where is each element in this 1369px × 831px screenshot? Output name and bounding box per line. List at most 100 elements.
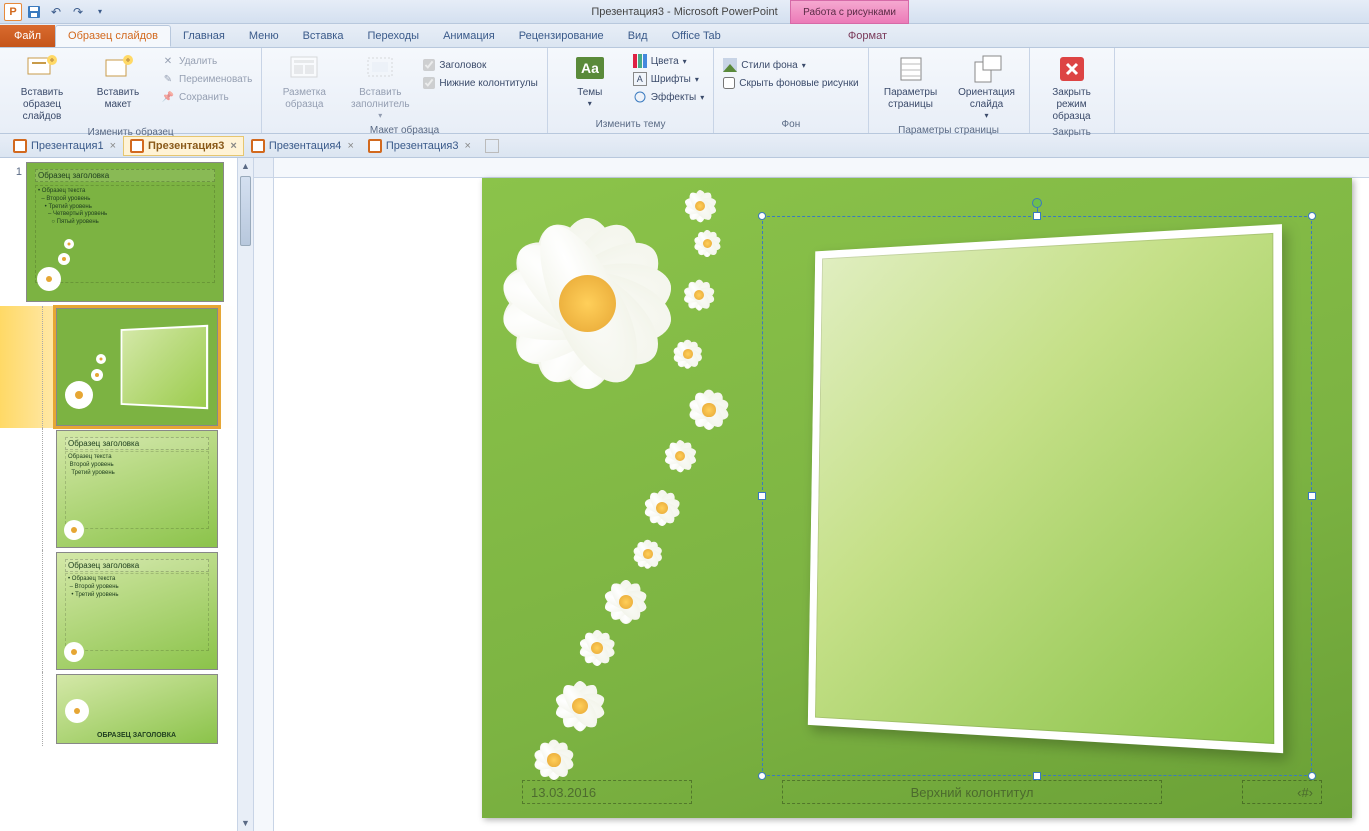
group-page-setup-label: Параметры страницы — [875, 123, 1023, 139]
daisy-flower-icon — [532, 738, 576, 782]
selected-object[interactable] — [762, 216, 1312, 776]
layout-thumbnail-row[interactable] — [0, 306, 237, 428]
close-tab-icon[interactable]: × — [110, 140, 116, 152]
thumbnail-pane: 1 Образец заголовка • Образец текста – В… — [0, 158, 254, 831]
tab-menu[interactable]: Меню — [237, 25, 291, 47]
daisy-decoration-icon — [29, 229, 79, 299]
master-thumbnail[interactable]: Образец заголовка • Образец текста – Вто… — [26, 162, 224, 302]
tab-file[interactable]: Файл — [0, 25, 55, 47]
master-index: 1 — [8, 162, 22, 178]
resize-handle-n[interactable] — [1033, 212, 1041, 220]
close-tab-icon[interactable]: × — [347, 140, 353, 152]
group-close: Закрыть режим образца Закрыть — [1030, 48, 1115, 133]
daisy-flower-icon — [552, 678, 608, 734]
resize-handle-se[interactable] — [1308, 772, 1316, 780]
save-icon[interactable] — [24, 3, 44, 21]
group-edit-theme-label: Изменить тему — [554, 117, 707, 133]
effects-button[interactable]: Эффекты ▾ — [630, 89, 707, 105]
bg-styles-icon — [723, 58, 737, 72]
new-tab-icon — [485, 139, 499, 153]
ribbon-tabs: Файл Образец слайдов Главная Меню Вставк… — [0, 24, 1369, 48]
daisy-decoration-icon — [59, 597, 109, 667]
redo-icon[interactable]: ↷ — [68, 3, 88, 21]
layout-thumbnail[interactable] — [56, 308, 218, 426]
presentation-icon — [368, 139, 382, 153]
qat-customize-icon[interactable]: ▾ — [90, 3, 110, 21]
page-setup-icon — [895, 53, 927, 85]
fonts-button[interactable]: AШрифты ▾ — [630, 71, 707, 87]
footer-placeholder[interactable]: Верхний колонтитул — [782, 780, 1162, 804]
tab-view[interactable]: Вид — [616, 25, 660, 47]
master-layout-label: Разметка образца — [270, 87, 338, 111]
quick-access-toolbar: P ↶ ↷ ▾ — [0, 3, 110, 21]
tab-insert[interactable]: Вставка — [291, 25, 356, 47]
insert-slide-master-button[interactable]: Вставить образец слайдов — [6, 51, 78, 125]
picture-frame — [808, 224, 1283, 753]
resize-handle-s[interactable] — [1033, 772, 1041, 780]
layout-thumbnail-row[interactable]: ОБРАЗЕЦ ЗАГОЛОВКА — [0, 672, 237, 746]
daisy-flower-icon — [687, 388, 731, 432]
resize-handle-w[interactable] — [758, 492, 766, 500]
colors-button[interactable]: Цвета ▾ — [630, 53, 707, 69]
layout-thumbnail-row[interactable]: Образец заголовка • Образец текста – Вто… — [0, 550, 237, 672]
resize-handle-e[interactable] — [1308, 492, 1316, 500]
footers-checkbox[interactable]: Нижние колонтитулы — [420, 75, 540, 91]
rotation-handle[interactable] — [1032, 198, 1042, 208]
doc-tab[interactable]: Презентация4× — [244, 136, 361, 156]
tab-review[interactable]: Рецензирование — [507, 25, 616, 47]
presentation-icon — [130, 139, 144, 153]
scroll-down-icon[interactable]: ▼ — [238, 815, 253, 831]
main-area: 1 Образец заголовка • Образец текста – В… — [0, 158, 1369, 831]
vertical-ruler[interactable] — [254, 178, 274, 831]
hide-bg-graphics-checkbox[interactable]: Скрыть фоновые рисунки — [720, 75, 861, 91]
slide-number-placeholder[interactable]: ‹#› — [1242, 780, 1322, 804]
tab-format[interactable]: Формат — [836, 25, 899, 47]
tab-home[interactable]: Главная — [171, 25, 237, 47]
window-title: Презентация3 - Microsoft PowerPoint — [591, 6, 777, 18]
undo-icon[interactable]: ↶ — [46, 3, 66, 21]
layout-thumbnail[interactable]: Образец заголовка • Образец текста – Вто… — [56, 552, 218, 670]
resize-handle-ne[interactable] — [1308, 212, 1316, 220]
tab-office-tab[interactable]: Office Tab — [660, 25, 733, 47]
doc-tab[interactable]: Презентация1× — [6, 136, 123, 156]
horizontal-ruler[interactable] — [274, 158, 1369, 178]
daisy-flower-icon — [642, 488, 682, 528]
close-tab-icon[interactable]: × — [464, 140, 470, 152]
tab-transitions[interactable]: Переходы — [355, 25, 431, 47]
tab-slide-master[interactable]: Образец слайдов — [55, 25, 171, 47]
scrollbar-handle[interactable] — [240, 176, 251, 246]
preserve-icon: 📌 — [161, 90, 175, 104]
daisy-flower-icon — [692, 228, 722, 258]
close-tab-icon[interactable]: × — [230, 140, 236, 152]
scroll-up-icon[interactable]: ▲ — [238, 158, 253, 174]
resize-handle-sw[interactable] — [758, 772, 766, 780]
daisy-decoration-icon — [59, 475, 109, 545]
insert-layout-icon — [102, 53, 134, 85]
master-thumbnail-row[interactable]: 1 Образец заголовка • Образец текста – В… — [0, 158, 237, 306]
background-styles-button[interactable]: Стили фона ▾ — [720, 57, 861, 73]
doc-tab[interactable]: Презентация3× — [123, 136, 244, 156]
layout-thumbnail[interactable]: ОБРАЗЕЦ ЗАГОЛОВКА — [56, 674, 218, 744]
thumbnail-scrollbar[interactable]: ▲ ▼ — [237, 158, 253, 831]
title-checkbox[interactable]: Заголовок — [420, 57, 540, 73]
group-edit-master: Вставить образец слайдов Вставить макет … — [0, 48, 262, 133]
daisy-flower-icon — [672, 338, 704, 370]
slide[interactable]: 13.03.2016 Верхний колонтитул ‹#› — [482, 178, 1352, 818]
new-doc-tab[interactable] — [478, 136, 506, 156]
daisy-flower-icon — [632, 538, 664, 570]
close-master-button[interactable]: Закрыть режим образца — [1036, 51, 1108, 125]
doc-tab[interactable]: Презентация3× — [361, 136, 478, 156]
themes-button[interactable]: Aa Темы▾ — [554, 51, 626, 111]
date-placeholder[interactable]: 13.03.2016 — [522, 780, 692, 804]
page-setup-button[interactable]: Параметры страницы — [875, 51, 947, 113]
colors-icon — [633, 54, 647, 68]
daisy-decoration-icon — [59, 347, 109, 417]
resize-handle-nw[interactable] — [758, 212, 766, 220]
app-icon[interactable]: P — [4, 3, 22, 21]
slide-orientation-button[interactable]: Ориентация слайда▾ — [951, 51, 1023, 123]
layout-thumbnail-row[interactable]: Образец заголовка Образец текста Второй … — [0, 428, 237, 550]
insert-layout-button[interactable]: Вставить макет — [82, 51, 154, 113]
tab-animation[interactable]: Анимация — [431, 25, 507, 47]
layout-thumbnail[interactable]: Образец заголовка Образец текста Второй … — [56, 430, 218, 548]
presentation-icon — [13, 139, 27, 153]
